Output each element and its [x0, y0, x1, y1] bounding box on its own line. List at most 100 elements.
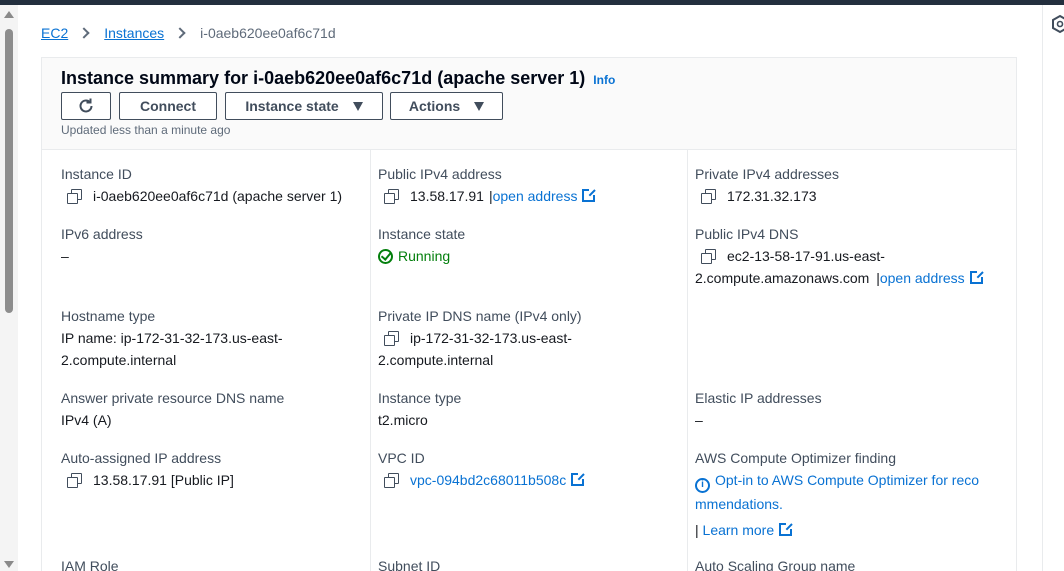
- ipv6-value: –: [61, 248, 69, 264]
- open-address-label: open address: [879, 270, 965, 286]
- refresh-icon: [79, 98, 93, 113]
- field-label: Public IPv4 DNS: [695, 226, 799, 242]
- field-label: Auto-assigned IP address: [61, 450, 222, 466]
- right-side-panel: [1042, 5, 1064, 571]
- vpc-id-link[interactable]: vpc-094bd2c68011b508c: [410, 469, 586, 491]
- breadcrumb: EC2 Instances i-0aeb620ee0af6c71d: [41, 23, 336, 43]
- field-auto-assigned-ip: Auto-assigned IP address 13.58.17.91 [Pu…: [61, 447, 234, 491]
- instance-summary-panel: Instance summary for i-0aeb620ee0af6c71d…: [41, 57, 1017, 571]
- public-dns-value-line1: ec2-13-58-17-91.us-east-: [727, 248, 885, 264]
- optimizer-line2[interactable]: mmendations.: [695, 493, 1005, 515]
- field-label: Elastic IP addresses: [695, 390, 822, 406]
- caret-down-icon: [474, 101, 485, 111]
- open-address-label: open address: [492, 188, 578, 204]
- field-ipv6-address: IPv6 address –: [61, 223, 143, 267]
- field-label: Answer private resource DNS name: [61, 390, 285, 406]
- separator: |: [695, 521, 699, 538]
- chevron-right-icon: [78, 27, 90, 39]
- copy-icon[interactable]: [701, 189, 716, 204]
- instance-id-value: i-0aeb620ee0af6c71d (apache server 1): [93, 188, 343, 204]
- hostname-value-line2: 2.compute.internal: [61, 352, 177, 368]
- elastic-ip-value: –: [695, 412, 703, 428]
- external-link-icon: [582, 188, 597, 202]
- copy-icon[interactable]: [701, 249, 716, 264]
- field-compute-optimizer: AWS Compute Optimizer finding i Opt-in to…: [695, 447, 1005, 541]
- field-label: Instance type: [378, 390, 462, 406]
- private-ipv4-value: 172.31.32.173: [727, 188, 817, 204]
- optimizer-line1: Opt-in to AWS Compute Optimizer for reco: [715, 472, 980, 488]
- connect-button[interactable]: Connect: [119, 92, 217, 120]
- optimizer-opt-in-link[interactable]: i Opt-in to AWS Compute Optimizer for rec…: [695, 469, 1005, 493]
- breadcrumb-ec2-link[interactable]: EC2: [41, 25, 68, 41]
- field-label: Hostname type: [61, 308, 156, 324]
- open-address-link[interactable]: open address: [879, 270, 984, 286]
- public-ipv4-value: 13.58.17.91: [410, 188, 484, 204]
- info-link[interactable]: Info: [593, 73, 615, 87]
- instance-state-label: Instance state: [245, 98, 339, 114]
- field-instance-type: Instance type t2.micro: [378, 387, 461, 431]
- panel-header: Instance summary for i-0aeb620ee0af6c71d…: [42, 58, 1016, 150]
- copy-icon[interactable]: [384, 189, 399, 204]
- field-label: Instance state: [378, 226, 466, 242]
- field-label: VPC ID: [378, 450, 425, 466]
- scroll-thumb[interactable]: [5, 29, 13, 313]
- hostname-value-line1: IP name: ip-172-31-32-173.us-east-: [61, 330, 283, 346]
- field-label: Auto Scaling Group name: [695, 558, 856, 571]
- breadcrumb-instances-link[interactable]: Instances: [104, 25, 164, 41]
- field-instance-state: Instance state Running: [378, 223, 465, 267]
- field-subnet-id: Subnet ID: [378, 555, 440, 571]
- field-hostname-type: Hostname type IP name: ip-172-31-32-173.…: [61, 305, 283, 371]
- field-instance-id: Instance ID i-0aeb620ee0af6c71d (apache …: [61, 163, 342, 207]
- updated-timestamp: Updated less than a minute ago: [61, 123, 231, 137]
- actions-label: Actions: [408, 98, 461, 114]
- vertical-scrollbar[interactable]: [0, 5, 18, 571]
- refresh-button[interactable]: [61, 92, 111, 120]
- learn-more-link[interactable]: Learn more: [702, 521, 794, 538]
- field-label: Subnet ID: [378, 558, 441, 571]
- scroll-down-arrow-icon[interactable]: [4, 561, 14, 568]
- page-title: Instance summary for i-0aeb620ee0af6c71d…: [61, 68, 586, 88]
- scroll-up-arrow-icon[interactable]: [4, 11, 14, 18]
- private-dns-value-line2: 2.compute.internal: [378, 352, 494, 368]
- answer-dns-value: IPv4 (A): [61, 412, 112, 428]
- copy-icon[interactable]: [384, 473, 399, 488]
- column-divider: [687, 150, 688, 571]
- auto-ip-value: 13.58.17.91 [Public IP]: [93, 472, 234, 488]
- public-dns-value-line2: 2.compute.amazonaws.com: [695, 270, 870, 286]
- field-label: Private IPv4 addresses: [695, 166, 839, 182]
- external-link-icon: [969, 270, 984, 284]
- field-answer-private-dns: Answer private resource DNS name IPv4 (A…: [61, 387, 284, 431]
- field-iam-role: IAM Role: [61, 555, 119, 571]
- external-link-icon: [571, 472, 586, 486]
- field-label: IAM Role: [61, 558, 119, 571]
- vpc-id-value: vpc-094bd2c68011b508c: [410, 472, 567, 488]
- column-divider: [370, 150, 371, 571]
- instance-state-button[interactable]: Instance state: [225, 92, 383, 120]
- field-label: IPv6 address: [61, 226, 143, 242]
- field-label: Private IP DNS name (IPv4 only): [378, 308, 582, 324]
- field-private-ip-dns: Private IP DNS name (IPv4 only) ip-172-3…: [378, 305, 582, 371]
- copy-icon[interactable]: [384, 331, 399, 346]
- chevron-right-icon: [174, 27, 186, 39]
- actions-button[interactable]: Actions: [390, 92, 503, 120]
- field-vpc-id: VPC ID vpc-094bd2c68011b508c: [378, 447, 586, 491]
- learn-more-label: Learn more: [702, 521, 775, 538]
- field-label: Instance ID: [61, 166, 132, 182]
- copy-icon[interactable]: [67, 473, 82, 488]
- field-label: AWS Compute Optimizer finding: [695, 450, 896, 466]
- field-label: Public IPv4 address: [378, 166, 502, 182]
- copy-icon[interactable]: [67, 189, 82, 204]
- field-auto-scaling-group: Auto Scaling Group name: [695, 555, 855, 571]
- private-dns-value-line1: ip-172-31-32-173.us-east-: [410, 330, 572, 346]
- breadcrumb-current: i-0aeb620ee0af6c71d: [200, 25, 336, 41]
- caret-down-icon: [352, 101, 363, 111]
- external-link-icon: [779, 521, 794, 536]
- instance-state-value: Running: [398, 248, 451, 264]
- instance-type-value: t2.micro: [378, 412, 428, 428]
- open-address-link[interactable]: open address: [492, 185, 597, 207]
- title-row: Instance summary for i-0aeb620ee0af6c71d…: [61, 68, 615, 89]
- field-private-ipv4: Private IPv4 addresses 172.31.32.173: [695, 163, 839, 207]
- top-bar: [0, 0, 1064, 5]
- field-elastic-ip: Elastic IP addresses –: [695, 387, 822, 431]
- hexagon-icon[interactable]: [1050, 14, 1064, 34]
